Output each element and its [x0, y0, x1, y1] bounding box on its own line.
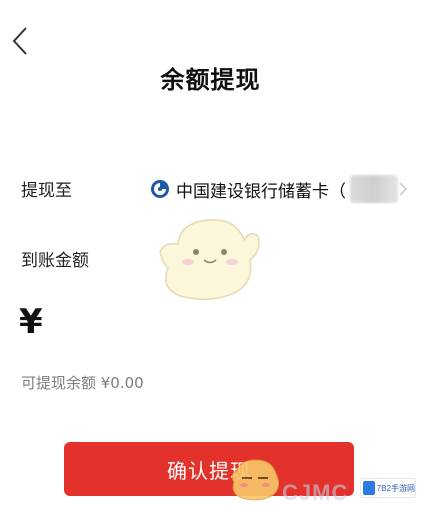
- mascot-small-watermark-image: [231, 459, 280, 501]
- received-amount-label: 到账金额: [21, 251, 89, 271]
- amount-input[interactable]: [60, 304, 400, 348]
- site-logo-icon: [363, 481, 375, 495]
- site-badge-text: 7B2手游网: [376, 483, 415, 493]
- card-number-redaction: [350, 175, 398, 203]
- bank-card-selector[interactable]: 中国建设银行储蓄卡（: [150, 172, 421, 206]
- available-balance: 可提现余额 ¥0.00: [21, 374, 144, 392]
- bank-name: 中国建设银行储蓄卡（: [176, 181, 346, 202]
- page-title: 余额提现: [160, 66, 261, 94]
- ccb-logo-icon: [151, 180, 169, 198]
- withdraw-to-label: 提现至: [21, 181, 72, 201]
- watermark-text: CJMC: [282, 480, 349, 505]
- site-badge: 7B2手游网: [360, 478, 416, 498]
- chevron-right-icon: [399, 182, 407, 196]
- currency-symbol: ¥: [19, 302, 43, 342]
- mascot-watermark-image: [159, 219, 260, 300]
- back-button[interactable]: [8, 24, 36, 58]
- chevron-left-icon: [12, 27, 27, 55]
